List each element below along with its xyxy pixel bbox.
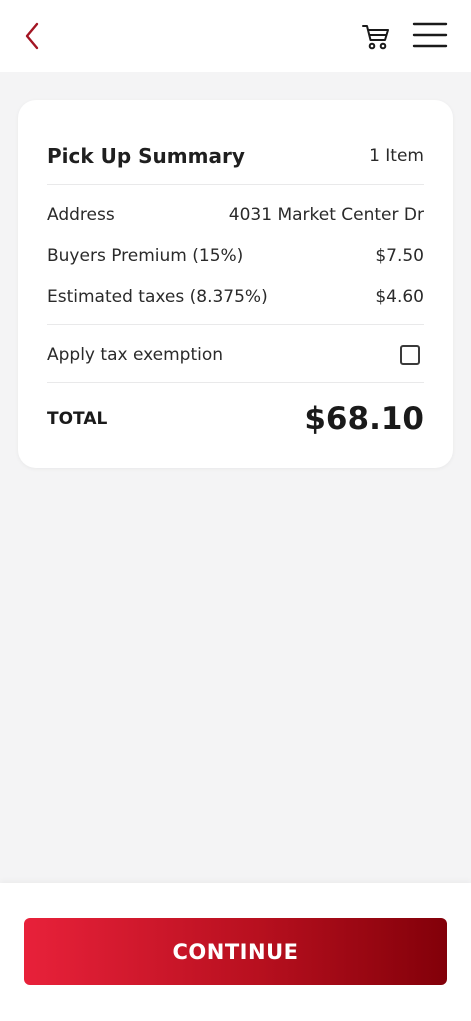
- app-header: [0, 0, 471, 72]
- back-button[interactable]: [16, 18, 48, 54]
- buyers-premium-value: $7.50: [375, 246, 424, 266]
- divider: [47, 382, 424, 383]
- tax-exemption-checkbox[interactable]: [400, 345, 420, 365]
- address-value: 4031 Market Center Dr: [228, 205, 424, 225]
- estimated-taxes-value: $4.60: [375, 287, 424, 307]
- cart-button[interactable]: [358, 18, 394, 54]
- tax-exemption-label: Apply tax exemption: [47, 345, 224, 365]
- address-row: Address 4031 Market Center Dr: [47, 200, 424, 230]
- cart-icon: [362, 25, 389, 50]
- footer-bar: CONTINUE: [0, 883, 471, 1021]
- continue-button[interactable]: CONTINUE: [24, 918, 447, 985]
- pickup-summary-card: Pick Up Summary 1 Item Address 4031 Mark…: [18, 100, 453, 468]
- item-count: 1 Item: [369, 146, 424, 166]
- summary-title: Pick Up Summary: [47, 144, 245, 168]
- buyers-premium-row: Buyers Premium (15%) $7.50: [47, 241, 424, 271]
- summary-header: Pick Up Summary 1 Item: [47, 136, 424, 176]
- hamburger-menu-icon: [412, 22, 448, 48]
- menu-button[interactable]: [409, 16, 451, 54]
- total-row: TOTAL $68.10: [47, 397, 424, 441]
- estimated-taxes-row: Estimated taxes (8.375%) $4.60: [47, 282, 424, 312]
- estimated-taxes-label: Estimated taxes (8.375%): [47, 287, 268, 307]
- tax-exemption-row[interactable]: Apply tax exemption: [47, 338, 424, 372]
- total-label: TOTAL: [47, 409, 108, 429]
- total-value: $68.10: [304, 401, 424, 437]
- divider: [47, 324, 424, 325]
- divider: [47, 184, 424, 185]
- chevron-left-icon: [25, 22, 39, 50]
- buyers-premium-label: Buyers Premium (15%): [47, 246, 244, 266]
- address-label: Address: [47, 205, 115, 225]
